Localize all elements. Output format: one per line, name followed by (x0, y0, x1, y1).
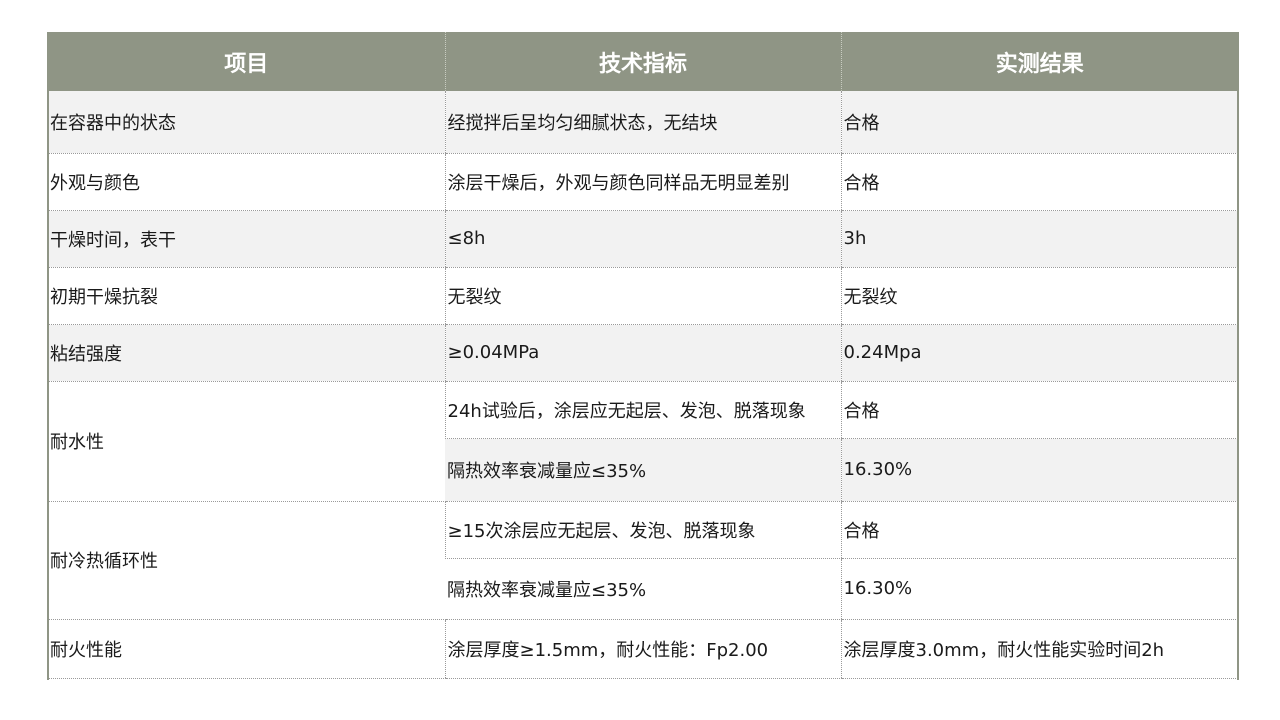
cell-result: 涂层厚度3.0mm，耐火性能实验时间2h (840, 619, 1237, 679)
cell-item: 耐冷热循环性 (49, 501, 445, 620)
cell-result: 合格 (840, 501, 1237, 559)
table-row: 耐冷热循环性 ≥15次涂层应无起层、发泡、脱落现象 合格 (49, 501, 1237, 620)
cell-result: 合格 (840, 91, 1237, 154)
cell-spec: 涂层厚度≥1.5mm，耐火性能：Fp2.00 (444, 619, 841, 679)
cell-spec: ≥15次涂层应无起层、发泡、脱落现象 (444, 501, 841, 559)
cell-item: 粘结强度 (49, 324, 445, 382)
table-row: 耐水性 24h试验后，涂层应无起层、发泡、脱落现象 合格 (49, 381, 1237, 502)
header-spec: 技术指标 (444, 32, 841, 91)
header-item: 项目 (49, 32, 445, 91)
table-row: 耐火性能 涂层厚度≥1.5mm，耐火性能：Fp2.00 涂层厚度3.0mm，耐火… (49, 619, 1237, 679)
cell-item: 干燥时间，表干 (49, 210, 445, 268)
cell-spec: 隔热效率衰减量应≤35% (445, 438, 841, 502)
cell-item: 在容器中的状态 (49, 91, 445, 154)
table-row: 在容器中的状态 经搅拌后呈均匀细腻状态，无结块 合格 (49, 91, 1237, 154)
spec-table-container: 项目 技术指标 实测结果 在容器中的状态 经搅拌后呈均匀细腻状态，无结块 合格 … (47, 32, 1239, 680)
header-result: 实测结果 (840, 32, 1237, 91)
cell-result: 3h (840, 210, 1237, 268)
table-row: 初期干燥抗裂 无裂纹 无裂纹 (49, 267, 1237, 325)
table-header-row: 项目 技术指标 实测结果 (49, 32, 1237, 91)
cell-spec: 隔热效率衰减量应≤35% (445, 558, 841, 620)
table-row: 干燥时间，表干 ≤8h 3h (49, 210, 1237, 268)
cell-spec: 经搅拌后呈均匀细腻状态，无结块 (444, 91, 841, 154)
table-row: 粘结强度 ≥0.04MPa 0.24Mpa (49, 324, 1237, 382)
cell-spec: 涂层干燥后，外观与颜色同样品无明显差别 (444, 153, 841, 211)
cell-spec: 24h试验后，涂层应无起层、发泡、脱落现象 (444, 381, 841, 439)
cell-result: 0.24Mpa (840, 324, 1237, 382)
cell-result: 合格 (840, 381, 1237, 439)
cell-result: 无裂纹 (840, 267, 1237, 325)
cell-result: 16.30% (840, 558, 1237, 620)
cell-item: 耐火性能 (49, 619, 445, 679)
cell-spec: ≥0.04MPa (444, 324, 841, 382)
spec-table: 项目 技术指标 实测结果 在容器中的状态 经搅拌后呈均匀细腻状态，无结块 合格 … (49, 32, 1237, 679)
cell-item: 耐水性 (49, 381, 445, 502)
cell-item: 外观与颜色 (49, 153, 445, 211)
table-row: 外观与颜色 涂层干燥后，外观与颜色同样品无明显差别 合格 (49, 153, 1237, 211)
cell-spec: 无裂纹 (444, 267, 841, 325)
cell-result: 16.30% (840, 438, 1237, 502)
cell-result: 合格 (840, 153, 1237, 211)
cell-spec: ≤8h (444, 210, 841, 268)
cell-item: 初期干燥抗裂 (49, 267, 445, 325)
